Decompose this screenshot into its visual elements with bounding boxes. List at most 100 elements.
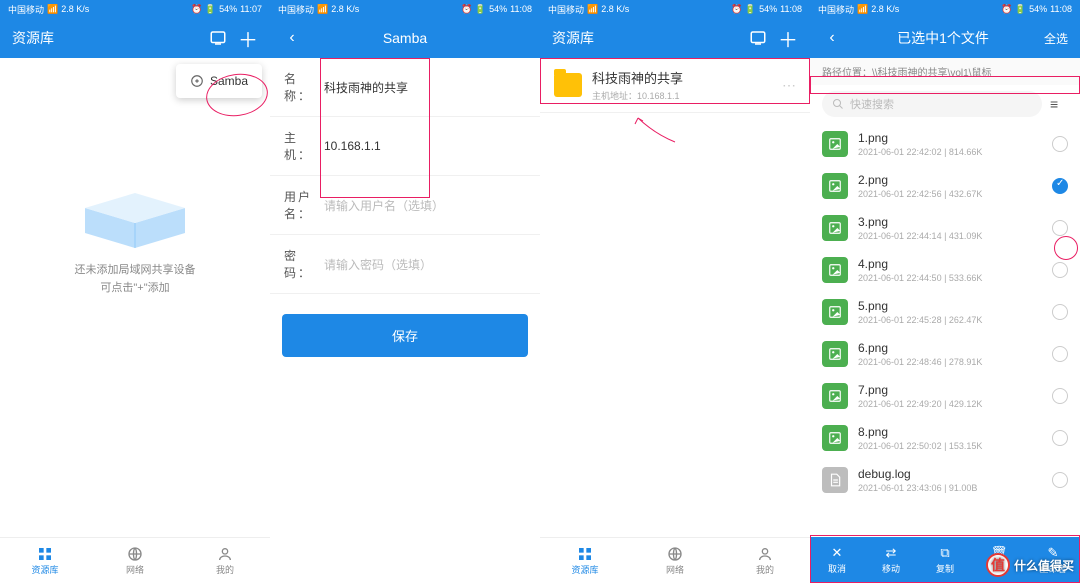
page-title: 资源库 [12,28,198,48]
search-input[interactable]: 快速搜索 [822,91,1042,117]
file-row[interactable]: debug.log 2021-06-01 23:43:06 | 91.00B [810,459,1080,501]
search-icon [832,98,844,110]
file-meta: 2021-06-01 22:50:02 | 153.15K [858,441,1042,451]
file-list: 1.png 2021-06-01 22:42:02 | 814.66K 2.png2… [810,123,1080,523]
header: 资源库 ＋ [540,18,810,58]
add-icon[interactable]: ＋ [238,28,258,48]
file-meta: 2021-06-01 22:45:28 | 262.47K [858,315,1042,325]
empty-line2: 可点击"+"添加 [75,280,196,298]
file-row[interactable]: 6.png 2021-06-01 22:48:46 | 278.91K [810,333,1080,375]
image-icon [822,425,848,451]
back-icon[interactable]: ‹ [282,28,302,48]
grid-icon [37,546,53,562]
file-row[interactable]: 1.png 2021-06-01 22:42:02 | 814.66K [810,123,1080,165]
file-meta: 2021-06-01 23:43:06 | 91.00B [858,483,1042,493]
image-icon [822,383,848,409]
file-name: 1.png [858,131,1042,145]
file-name: 8.png [858,425,1042,439]
tabbar: 资源库 网络 我的 [540,537,810,583]
select-all-button[interactable]: 全选 [1044,30,1068,47]
close-icon: ✕ [832,545,843,561]
host-field[interactable]: 10.168.1.1 [324,139,526,153]
globe-icon [127,546,143,562]
header: ‹ Samba [270,18,540,58]
tabbar: 资源库 网络 我的 [0,537,270,583]
checkbox[interactable] [1052,472,1068,488]
tab-lib[interactable]: 资源库 [0,538,90,583]
text-icon [822,467,848,493]
copy-icon: ⧉ [940,545,949,561]
checkbox[interactable] [1052,304,1068,320]
sort-icon[interactable]: ≡ [1050,96,1068,112]
folder-icon [554,73,582,97]
file-name: debug.log [858,467,1042,481]
file-meta: 2021-06-01 22:49:20 | 429.12K [858,399,1042,409]
file-row[interactable]: 4.png2021-06-01 22:44:50 | 533.66K [810,249,1080,291]
file-meta: 2021-06-01 22:42:56 | 432.67K [858,189,1042,199]
image-icon [822,257,848,283]
checkbox[interactable] [1052,262,1068,278]
file-name: 5.png [858,299,1042,313]
copy-button[interactable]: ⧉复制 [918,537,972,583]
share-item[interactable]: 科技雨神的共享 主机地址：10.168.1.1 ⋯ [540,58,810,113]
cast-icon[interactable] [208,28,228,48]
checkbox[interactable] [1052,136,1068,152]
name-field[interactable]: 科技雨神的共享 [324,79,526,96]
add-icon[interactable]: ＋ [778,28,798,48]
page-title: 已选中1个文件 [852,28,1034,48]
path-bar: 路径位置：\\科技雨神的共享\vol1\鼠标 [810,58,1080,85]
file-row[interactable]: 3.png 2021-06-01 22:44:14 | 431.09K [810,207,1080,249]
image-icon [822,215,848,241]
annotation-arrow [630,114,680,144]
move-icon: ⇄ [886,545,897,561]
row-pass[interactable]: 密 码：请输入密码（选填） [270,235,540,294]
tab-mine[interactable]: 我的 [180,538,270,583]
tab-mine[interactable]: 我的 [720,538,810,583]
empty-state: 还未添加局域网共享设备 可点击"+"添加 [0,168,270,297]
status-bar: 中国移动📶2.8 K/s ⏰ 🔋54%11:08 [810,0,1080,18]
cancel-button[interactable]: ✕取消 [810,537,864,583]
image-icon [822,173,848,199]
file-name: 7.png [858,383,1042,397]
grid-icon [577,546,593,562]
checkbox[interactable] [1052,178,1068,194]
row-name[interactable]: 名 称：科技雨神的共享 [270,58,540,117]
checkbox[interactable] [1052,220,1068,236]
box-illustration [75,168,195,248]
back-icon[interactable]: ‹ [822,28,842,48]
file-meta: 2021-06-01 22:44:14 | 431.09K [858,231,1042,241]
row-user[interactable]: 用户名：请输入用户名（选填） [270,176,540,235]
tab-lib[interactable]: 资源库 [540,538,630,583]
page-title: Samba [312,30,498,46]
file-row[interactable]: 7.png 2021-06-01 22:49:20 | 429.12K [810,375,1080,417]
image-icon [822,299,848,325]
screen-lib-share: 中国移动📶2.8 K/s ⏰ 🔋54%11:08 资源库 ＋ 科技雨神的共享 主… [540,0,810,583]
file-row[interactable]: 2.png2021-06-01 22:42:56 | 432.67K [810,165,1080,207]
file-meta: 2021-06-01 22:48:46 | 278.91K [858,357,1042,367]
file-name: 4.png [858,257,1042,271]
pass-field[interactable]: 请输入密码（选填） [324,256,526,273]
status-bar: 中国移动📶2.8 K/s ⏰ 🔋54%11:08 [540,0,810,18]
file-row[interactable]: 8.png 2021-06-01 22:50:02 | 153.15K [810,417,1080,459]
more-icon[interactable]: ⋯ [782,77,796,94]
move-button[interactable]: ⇄移动 [864,537,918,583]
watermark: 值 什么值得买 [986,553,1074,577]
tab-net[interactable]: 网络 [630,538,720,583]
watermark-badge-icon: 值 [986,553,1010,577]
cast-icon[interactable] [748,28,768,48]
user-field[interactable]: 请输入用户名（选填） [324,197,526,214]
dropdown-samba[interactable]: Samba [176,64,262,98]
row-host[interactable]: 主 机：10.168.1.1 [270,117,540,176]
checkbox[interactable] [1052,430,1068,446]
header: ‹ 已选中1个文件 全选 [810,18,1080,58]
user-icon [217,546,233,562]
checkbox[interactable] [1052,388,1068,404]
tab-net[interactable]: 网络 [90,538,180,583]
file-name: 6.png [858,341,1042,355]
file-name: 3.png [858,215,1042,229]
samba-icon [190,74,204,88]
checkbox[interactable] [1052,346,1068,362]
file-meta: 2021-06-01 22:42:02 | 814.66K [858,147,1042,157]
file-row[interactable]: 5.png 2021-06-01 22:45:28 | 262.47K [810,291,1080,333]
save-button[interactable]: 保存 [282,314,528,357]
